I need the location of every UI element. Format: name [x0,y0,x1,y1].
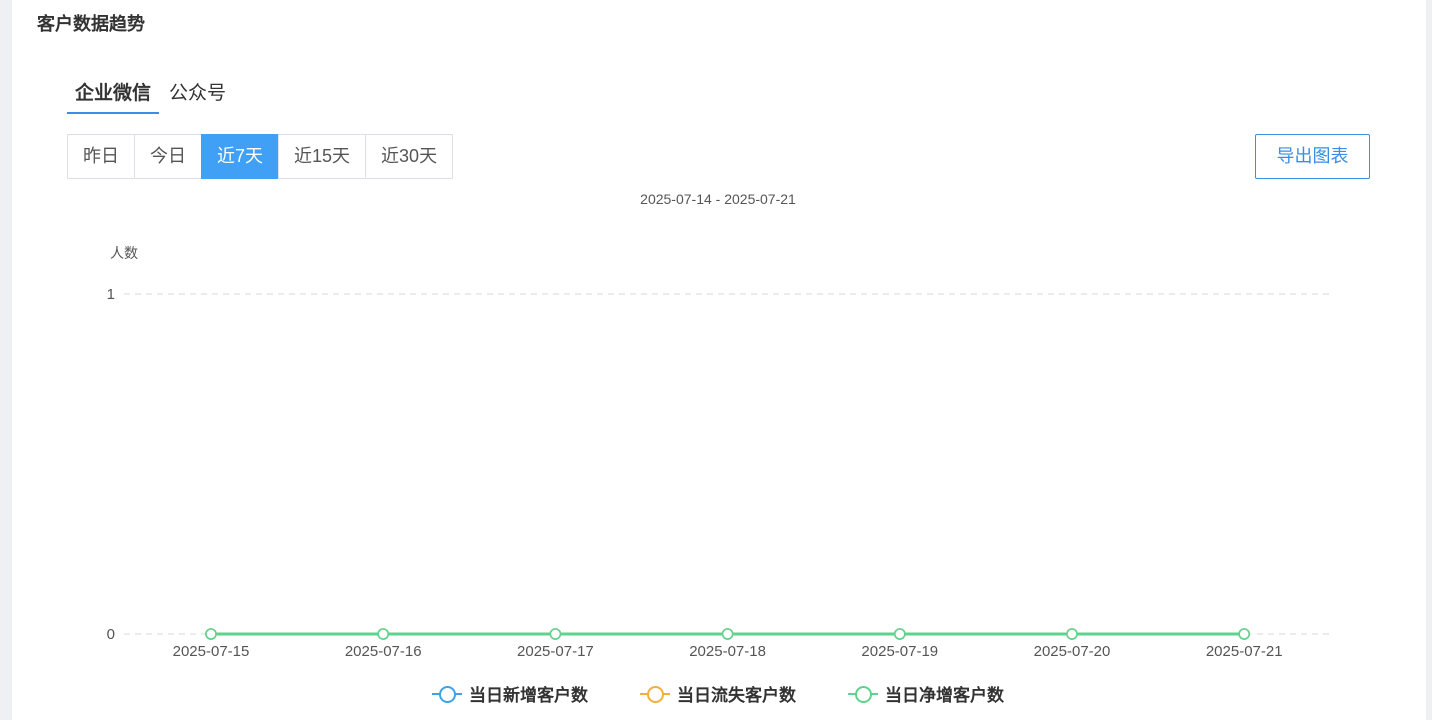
x-axis-ticks: 2025-07-15 2025-07-16 2025-07-17 2025-07-18… [173,643,1283,660]
legend-label: 当日新增客户数 [469,686,588,705]
x-tick-label: 2025-07-18 [689,643,766,660]
legend-marker-icon [848,684,878,704]
legend-net-customers[interactable]: 当日净增客户数 [848,681,1004,706]
data-point[interactable] [377,628,390,640]
legend-label: 当日净增客户数 [885,686,1004,705]
y-axis-ticks: 10 [107,286,115,643]
legend-lost-customers[interactable]: 当日流失客户数 [640,681,796,706]
x-tick-label: 2025-07-21 [1206,643,1283,660]
y-tick-label: 1 [107,286,115,303]
chart-series [205,628,1250,640]
x-tick-label: 2025-07-19 [861,643,938,660]
customer-trend-card: 客户数据趋势 企业微信 公众号 昨日 今日 近7天 近15天 近30天 导出图表… [12,0,1426,720]
legend-marker-icon [432,684,462,704]
chart-grid [124,293,1330,635]
data-point[interactable] [1066,628,1078,640]
trend-line-chart: 人数 10 2025-07-15 2025-07-16 2025-07-17 2025… [107,245,1330,660]
data-point[interactable] [721,628,734,640]
x-tick-label: 2025-07-20 [1034,643,1111,660]
y-tick-label: 0 [107,626,115,643]
data-point[interactable] [1238,628,1250,640]
data-point[interactable] [893,628,906,640]
chart-legend: 当日新增客户数 当日流失客户数 当日净增客户数 [12,681,1424,706]
legend-label: 当日流失客户数 [677,686,796,705]
legend-marker-icon [640,684,670,704]
legend-new-customers[interactable]: 当日新增客户数 [432,681,588,706]
data-point[interactable] [549,628,562,640]
x-tick-label: 2025-07-15 [173,643,250,660]
x-tick-label: 2025-07-17 [517,643,594,660]
data-point[interactable] [205,628,217,640]
y-axis-label: 人数 [110,245,138,261]
x-tick-label: 2025-07-16 [345,643,422,660]
